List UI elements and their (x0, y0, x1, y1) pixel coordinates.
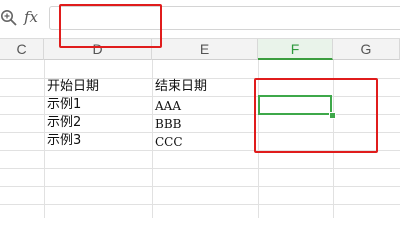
cell-d5[interactable]: 示例3 (47, 133, 81, 149)
cell-e2[interactable]: 结束日期 (155, 79, 207, 95)
annotation-box-cell (254, 78, 378, 153)
column-header-e[interactable]: E (152, 39, 258, 60)
fx-label[interactable]: fx (24, 8, 38, 26)
cell-e4[interactable]: BBB (155, 116, 181, 132)
cell-e3[interactable]: AAA (155, 98, 181, 114)
column-header-g[interactable]: G (333, 39, 400, 60)
column-header-f[interactable]: F (258, 39, 333, 60)
column-header-c[interactable]: C (0, 39, 44, 60)
cell-d3[interactable]: 示例1 (47, 97, 81, 113)
cell-e5[interactable]: CCC (155, 134, 183, 150)
zoom-icon[interactable] (0, 9, 18, 27)
annotation-box-formula (59, 4, 162, 48)
cell-d2[interactable]: 开始日期 (47, 79, 99, 95)
cell-d4[interactable]: 示例2 (47, 115, 81, 131)
